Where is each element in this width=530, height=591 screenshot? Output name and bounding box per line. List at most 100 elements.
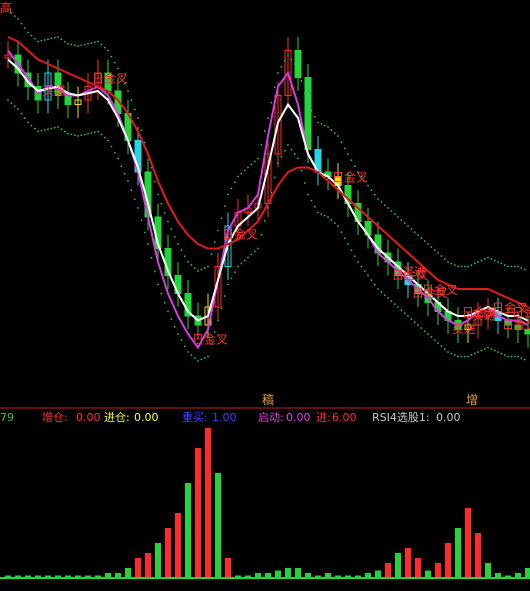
- envelope-dot-lower: [367, 274, 369, 277]
- envelope-dot-lower: [273, 176, 276, 179]
- envelope-dot-lower: [97, 130, 99, 133]
- envelope-dot-lower: [127, 180, 129, 182]
- envelope-dot-lower: [143, 231, 146, 234]
- envelope-dot-lower: [323, 214, 326, 217]
- envelope-dot-upper: [220, 217, 223, 220]
- envelope-dot-lower: [230, 277, 233, 280]
- envelope-dot-lower: [460, 355, 463, 358]
- envelope-dot-lower: [157, 283, 159, 286]
- histogram-bar: [185, 483, 191, 578]
- envelope-dot-lower: [83, 133, 86, 136]
- envelope-dot-upper: [53, 36, 56, 39]
- envelope-dot-lower: [113, 151, 116, 154]
- envelope-dot-lower: [453, 354, 456, 356]
- envelope-dot-upper: [403, 222, 406, 225]
- envelope-dot-lower: [507, 355, 509, 358]
- envelope-dot-upper: [103, 46, 106, 49]
- ind-val-jin: 6.00: [332, 411, 357, 424]
- envelope-dot-lower: [260, 233, 263, 236]
- envelope-dot-lower: [347, 243, 349, 245]
- envelope-dot-lower: [443, 348, 446, 351]
- envelope-dot-upper: [187, 261, 189, 263]
- ind-name-qidong: 启动:: [258, 411, 284, 424]
- envelope-dot-upper: [173, 235, 176, 238]
- envelope-dot-upper: [350, 159, 353, 162]
- envelope-dot-lower: [503, 354, 506, 356]
- envelope-dot-upper: [447, 261, 449, 263]
- envelope-dot-lower: [500, 352, 503, 355]
- ind-name-jincang: 进仓:: [104, 411, 130, 424]
- envelope-dot-upper: [393, 213, 396, 216]
- indicator-value-bar: 79 增仓: 0.00 进仓: 0.00 重买: 1.00 启动: 0.00 进…: [0, 410, 530, 426]
- envelope-dot-upper: [307, 103, 309, 106]
- signal-label: 日金叉: [512, 305, 530, 320]
- envelope-dot-lower: [20, 112, 23, 115]
- envelope-dot-lower: [397, 306, 399, 308]
- envelope-dot-lower: [153, 270, 156, 273]
- envelope-dot-lower: [360, 265, 363, 268]
- envelope-dot-upper: [380, 201, 383, 203]
- envelope-dot-lower: [517, 355, 519, 358]
- envelope-dot-upper: [227, 193, 229, 196]
- histogram-bar: [295, 568, 301, 578]
- envelope-dot-lower: [10, 102, 13, 104]
- envelope-dot-upper: [280, 65, 283, 68]
- envelope-dot-lower: [173, 325, 176, 328]
- envelope-dot-lower: [473, 352, 476, 355]
- envelope-dot-upper: [70, 43, 73, 46]
- envelope-dot-upper: [163, 211, 166, 214]
- envelope-dot-lower: [520, 357, 523, 359]
- ind-name-jin: 进:: [316, 411, 331, 424]
- envelope-dot-lower: [317, 211, 319, 214]
- envelope-dot-upper: [80, 44, 83, 47]
- envelope-dot-lower: [220, 307, 223, 310]
- envelope-dot-lower: [413, 321, 416, 324]
- envelope-dot-upper: [217, 229, 219, 232]
- envelope-dot-lower: [513, 355, 516, 358]
- signal-label: 日金叉: [332, 170, 368, 185]
- envelope-dot-upper: [330, 129, 333, 131]
- ind-val-qidong: 0.00: [286, 411, 311, 424]
- envelope-dot-lower: [177, 333, 179, 335]
- envelope-dot-upper: [487, 256, 489, 259]
- envelope-dot-lower: [403, 312, 406, 315]
- histogram-bar: [455, 528, 461, 578]
- envelope-dot-upper: [273, 86, 276, 89]
- envelope-dot-lower: [477, 351, 479, 353]
- histogram-bar: [425, 570, 431, 578]
- ind-name-zengcang: 增仓:: [42, 411, 68, 424]
- envelope-dot-upper: [277, 72, 279, 74]
- envelope-dot-lower: [60, 128, 63, 131]
- envelope-dot-upper: [303, 92, 306, 94]
- histogram-bar: [225, 558, 231, 578]
- histogram-bar: [485, 563, 491, 578]
- envelope-dot-lower: [400, 309, 403, 311]
- envelope-dot-lower: [170, 318, 173, 321]
- envelope-dot-lower: [190, 354, 193, 356]
- envelope-dot-lower: [237, 265, 239, 268]
- histogram-bar: [215, 473, 221, 578]
- envelope-dot-lower: [53, 126, 56, 129]
- envelope-dot-lower: [433, 339, 436, 342]
- envelope-dot-upper: [263, 130, 266, 132]
- envelope-dot-lower: [133, 198, 136, 201]
- envelope-dot-upper: [30, 34, 33, 37]
- signal-label: 日金叉: [422, 282, 458, 297]
- envelope-dot-upper: [423, 240, 426, 243]
- signal-label: 买进: [402, 265, 426, 279]
- histogram-bar: [285, 568, 291, 578]
- envelope-dot-lower: [217, 319, 219, 322]
- envelope-dot-upper: [230, 187, 233, 190]
- envelope-dot-lower: [107, 139, 109, 142]
- histogram-bar: [155, 543, 161, 578]
- envelope-dot-lower: [290, 148, 293, 151]
- envelope-dot-upper: [243, 169, 246, 172]
- envelope-dot-upper: [43, 39, 46, 41]
- signal-label: 买进: [42, 84, 66, 98]
- envelope-dot-lower: [147, 243, 149, 245]
- envelope-dot-upper: [213, 241, 216, 243]
- envelope-dot-lower: [450, 352, 453, 355]
- envelope-dot-upper: [177, 243, 179, 245]
- envelope-dot-lower: [440, 345, 443, 347]
- envelope-dot-lower: [197, 360, 199, 362]
